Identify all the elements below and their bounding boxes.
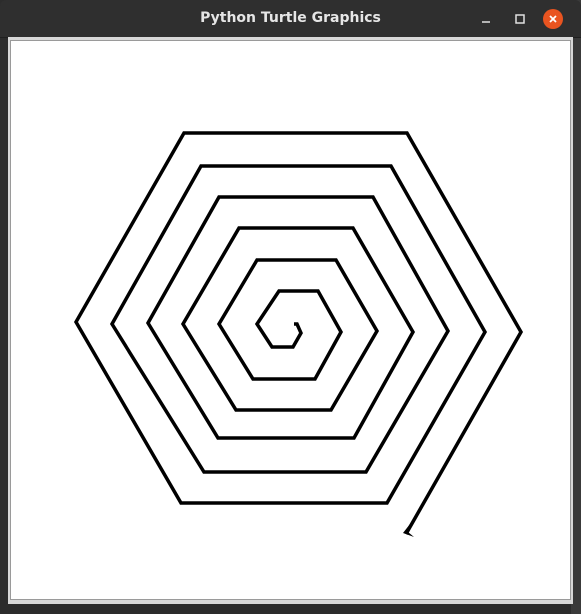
title-bar[interactable]: Python Turtle Graphics: [0, 0, 581, 38]
maximize-icon: [515, 14, 525, 24]
maximize-button[interactable]: [510, 9, 530, 29]
close-icon: [549, 15, 557, 23]
hexagonal-spiral: [73, 131, 524, 535]
minimize-icon: [482, 21, 490, 23]
close-button[interactable]: [543, 9, 563, 29]
turtle-window: Python Turtle Graphics: [0, 0, 581, 614]
turtle-drawing: [73, 131, 524, 537]
minimize-button[interactable]: [476, 9, 496, 29]
turtle-canvas[interactable]: [10, 40, 571, 600]
